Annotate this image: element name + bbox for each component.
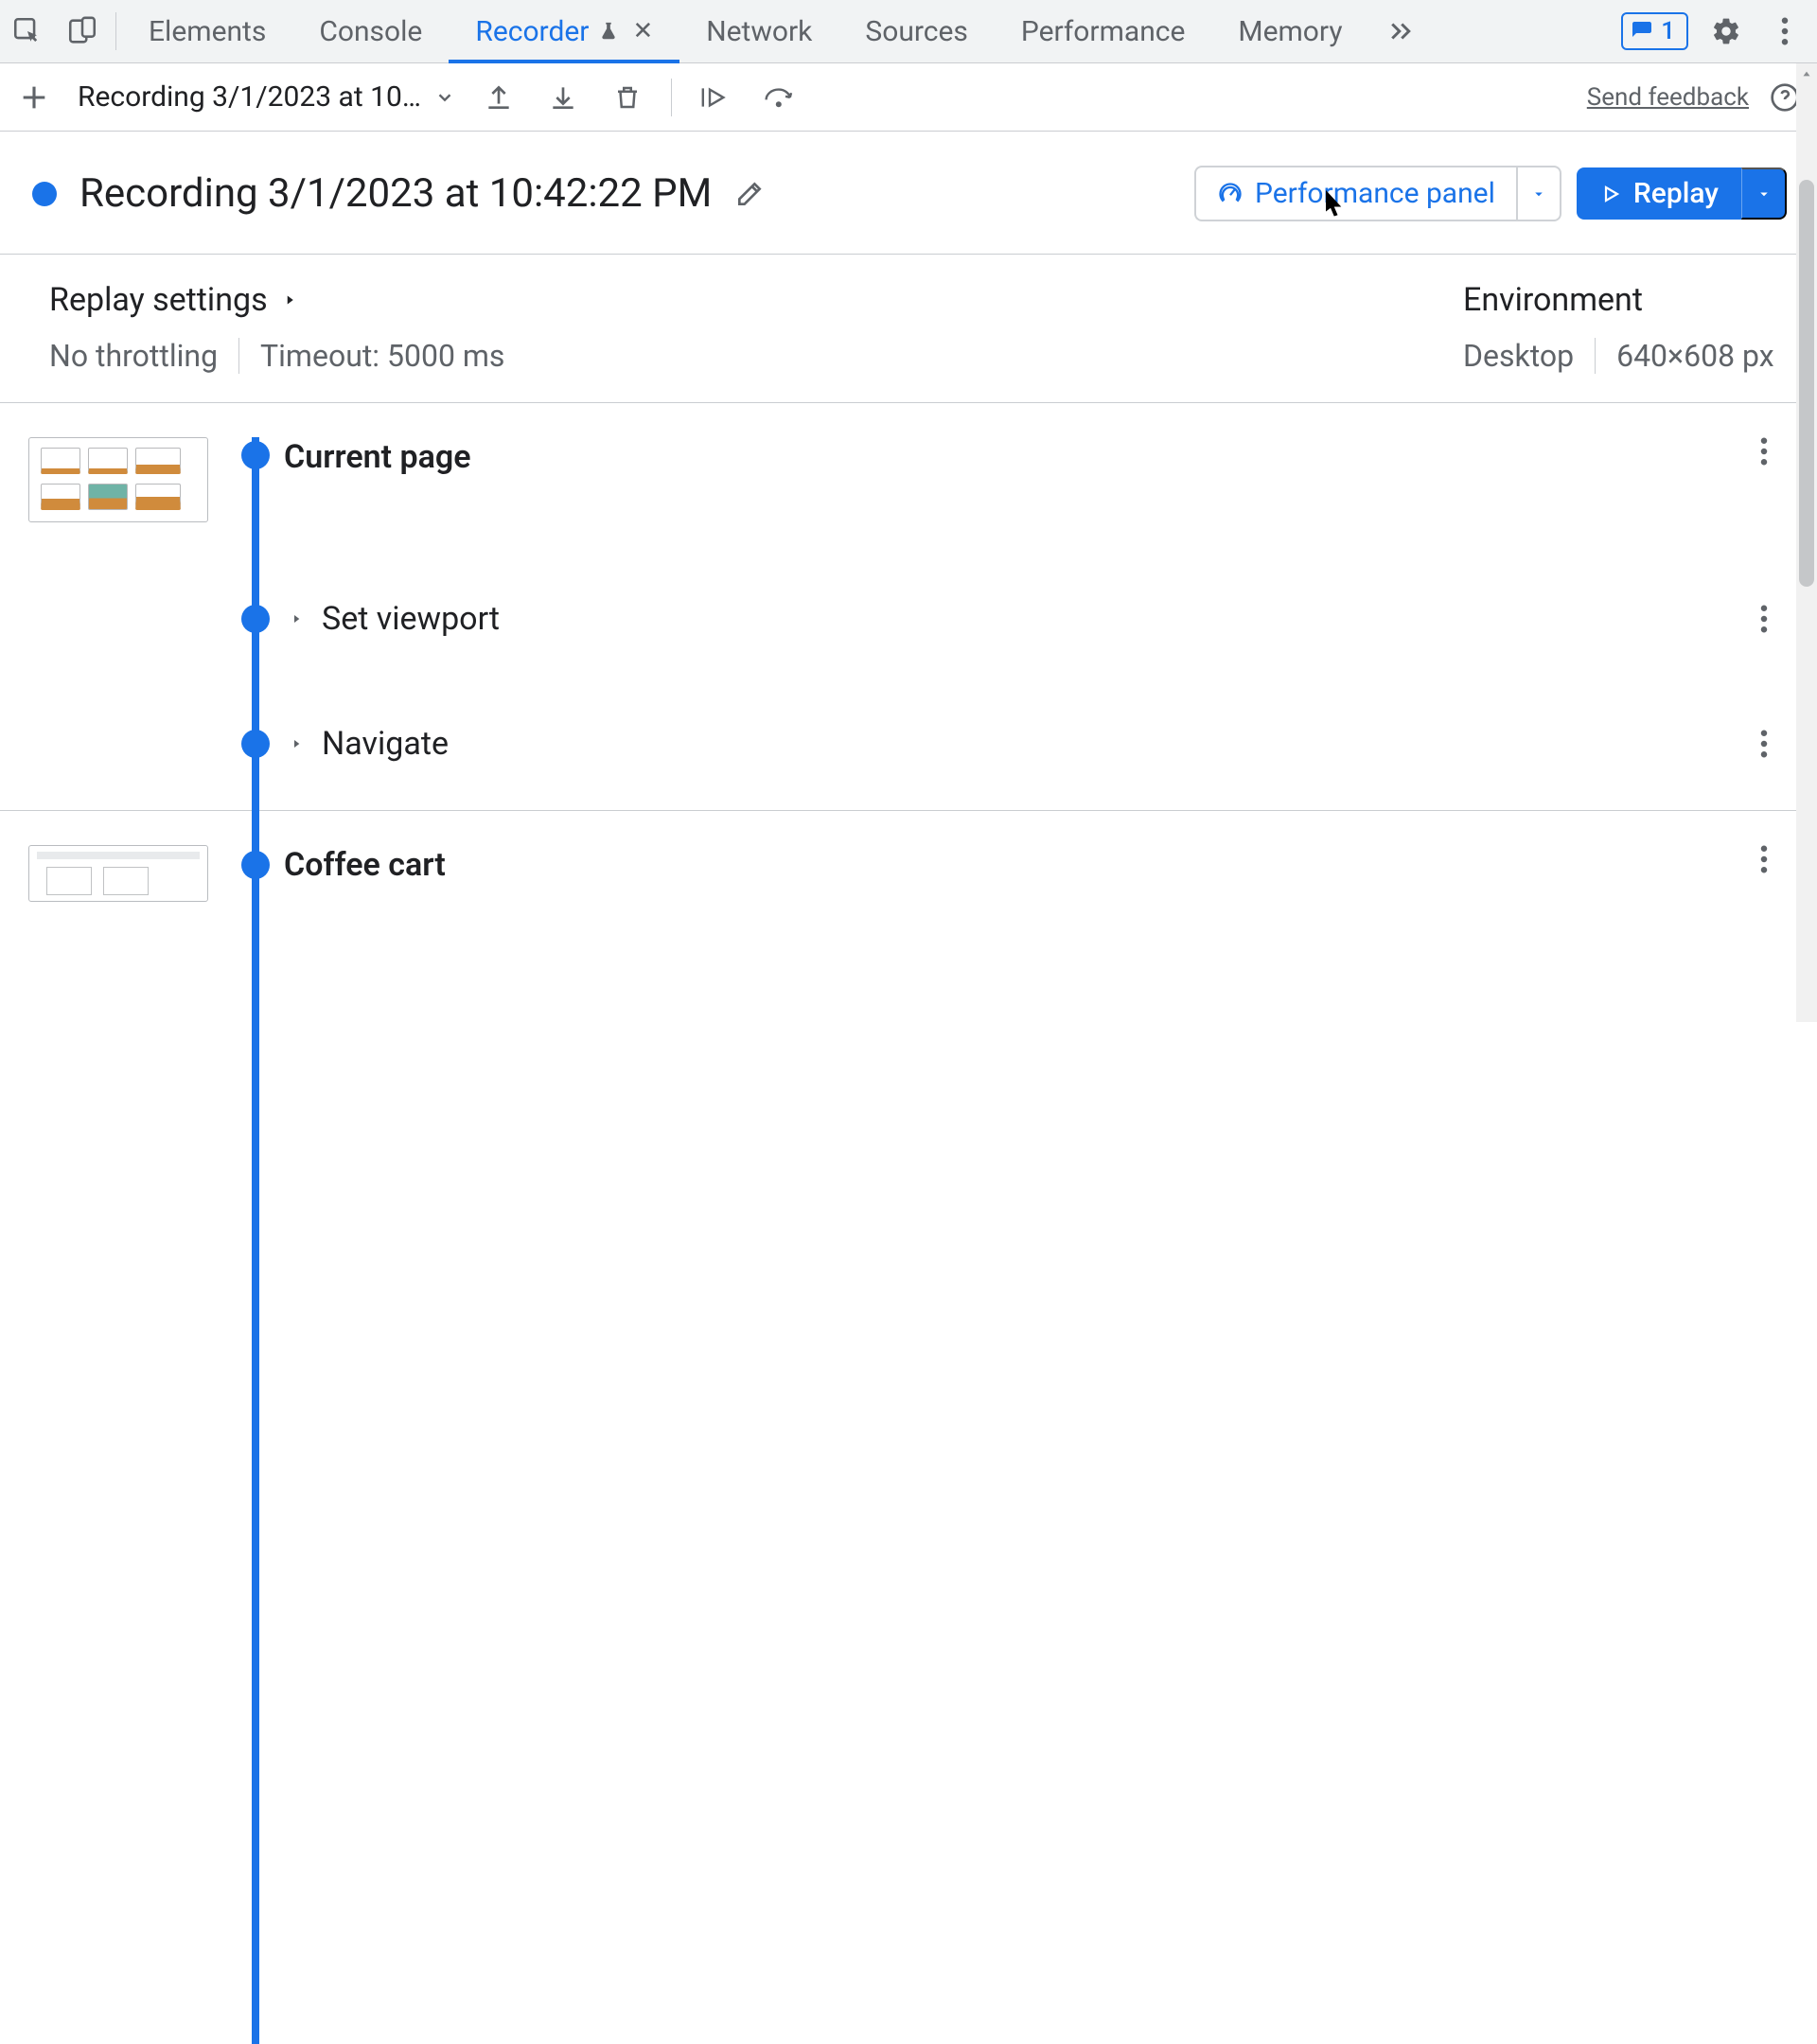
inspect-element-icon[interactable] — [0, 0, 55, 62]
settings-row: Replay settings No throttling Timeout: 5… — [0, 255, 1817, 402]
replay-settings-toggle[interactable]: Replay settings — [49, 281, 1463, 319]
step-label: Navigate — [322, 725, 449, 763]
step-label: Set viewport — [322, 600, 500, 638]
chevron-down-icon — [434, 87, 455, 108]
step-menu-icon[interactable] — [1743, 845, 1785, 873]
timeline — [227, 605, 284, 633]
replay-button[interactable]: Replay — [1577, 167, 1741, 220]
step-row: Navigate — [0, 678, 1817, 810]
title-actions: Performance panel Replay — [1194, 166, 1787, 221]
environment-heading: Environment — [1463, 281, 1785, 319]
edit-title-icon[interactable] — [734, 179, 765, 209]
send-feedback-link[interactable]: Send feedback — [1587, 83, 1749, 112]
toolbar-right: Send feedback — [1587, 82, 1800, 113]
environment-section: Environment Desktop 640×608 px — [1463, 281, 1785, 374]
scrollbar-up-icon[interactable] — [1799, 66, 1814, 81]
viewport-value: 640×608 px — [1616, 338, 1774, 374]
devtools-tabstrip: Elements Console Recorder ✕ Network Sour… — [0, 0, 1817, 63]
chevron-right-icon — [281, 290, 298, 310]
tab-network[interactable]: Network — [679, 0, 838, 62]
recording-title: Recording 3/1/2023 at 10:42:22 PM — [79, 170, 712, 217]
step-group-header: Coffee cart — [0, 811, 1817, 943]
divider — [671, 79, 672, 116]
gauge-icon — [1217, 181, 1244, 207]
step-thumbnail — [28, 437, 227, 522]
throttling-value: No throttling — [49, 338, 218, 374]
export-icon[interactable] — [542, 82, 584, 113]
performance-panel-label: Performance panel — [1255, 177, 1495, 210]
step-menu-icon[interactable] — [1743, 437, 1785, 466]
step-group-header: Current page — [0, 437, 1817, 560]
environment-values: Desktop 640×608 px — [1463, 338, 1785, 374]
performance-panel-group: Performance panel — [1194, 166, 1561, 221]
tab-elements[interactable]: Elements — [122, 0, 292, 62]
replay-group: Replay — [1577, 167, 1787, 220]
issues-badge[interactable]: 1 — [1621, 12, 1688, 50]
import-icon[interactable] — [478, 82, 520, 113]
replay-settings-heading: Replay settings — [49, 281, 268, 319]
timeline — [227, 437, 284, 469]
divider — [115, 12, 116, 50]
recording-title-bar: Recording 3/1/2023 at 10:42:22 PM Perfor… — [0, 132, 1817, 254]
tab-memory[interactable]: Memory — [1211, 0, 1368, 62]
tab-recorder[interactable]: Recorder ✕ — [449, 0, 679, 62]
scrollbar-thumb[interactable] — [1799, 180, 1814, 587]
chevron-right-icon — [284, 734, 309, 753]
steps-list: Current page Set viewport Navigate — [0, 403, 1817, 943]
flask-icon — [598, 21, 619, 42]
more-tabs-icon[interactable] — [1369, 0, 1432, 62]
divider — [238, 338, 239, 374]
step-menu-icon[interactable] — [1743, 730, 1785, 758]
replay-label: Replay — [1633, 177, 1719, 210]
chevron-right-icon — [284, 609, 309, 628]
tab-performance[interactable]: Performance — [995, 0, 1212, 62]
step-item[interactable]: Navigate — [284, 724, 1743, 764]
recorder-toolbar: Recording 3/1/2023 at 10… Send feedback — [0, 63, 1817, 132]
timeout-value: Timeout: 5000 ms — [260, 338, 504, 374]
delete-icon[interactable] — [607, 83, 648, 112]
tabstrip-left-icons — [0, 0, 122, 62]
device-value: Desktop — [1463, 338, 1574, 374]
replay-caret[interactable] — [1741, 167, 1787, 220]
performance-panel-caret[interactable] — [1516, 166, 1561, 221]
timeline — [227, 730, 284, 758]
replay-settings-values: No throttling Timeout: 5000 ms — [49, 338, 1463, 374]
tab-console[interactable]: Console — [292, 0, 449, 62]
new-recording-button[interactable] — [13, 81, 55, 114]
performance-panel-button[interactable]: Performance panel — [1194, 166, 1516, 221]
step-title[interactable]: Coffee cart — [284, 845, 1743, 885]
issues-count: 1 — [1661, 17, 1675, 45]
step-replay-icon[interactable] — [695, 82, 736, 113]
settings-icon[interactable] — [1705, 10, 1747, 52]
devtools-menu-icon[interactable] — [1764, 10, 1806, 52]
step-row: Set viewport — [0, 560, 1817, 678]
replay-settings-section: Replay settings No throttling Timeout: 5… — [49, 281, 1463, 374]
close-icon[interactable]: ✕ — [632, 17, 653, 45]
recording-status-dot — [32, 182, 57, 206]
recording-selector[interactable]: Recording 3/1/2023 at 10… — [78, 80, 455, 114]
step-title[interactable]: Current page — [284, 437, 1743, 477]
device-toggle-icon[interactable] — [55, 0, 110, 62]
step-thumbnail — [28, 845, 227, 902]
tabstrip-right: 1 — [1621, 0, 1817, 62]
divider — [1595, 338, 1596, 374]
timeline — [227, 845, 284, 879]
play-icon — [1599, 183, 1622, 205]
recording-selector-label: Recording 3/1/2023 at 10… — [78, 80, 421, 114]
tab-sources[interactable]: Sources — [838, 0, 994, 62]
step-menu-icon[interactable] — [1743, 605, 1785, 633]
step-over-icon[interactable] — [759, 83, 801, 112]
step-item[interactable]: Set viewport — [284, 599, 1743, 639]
